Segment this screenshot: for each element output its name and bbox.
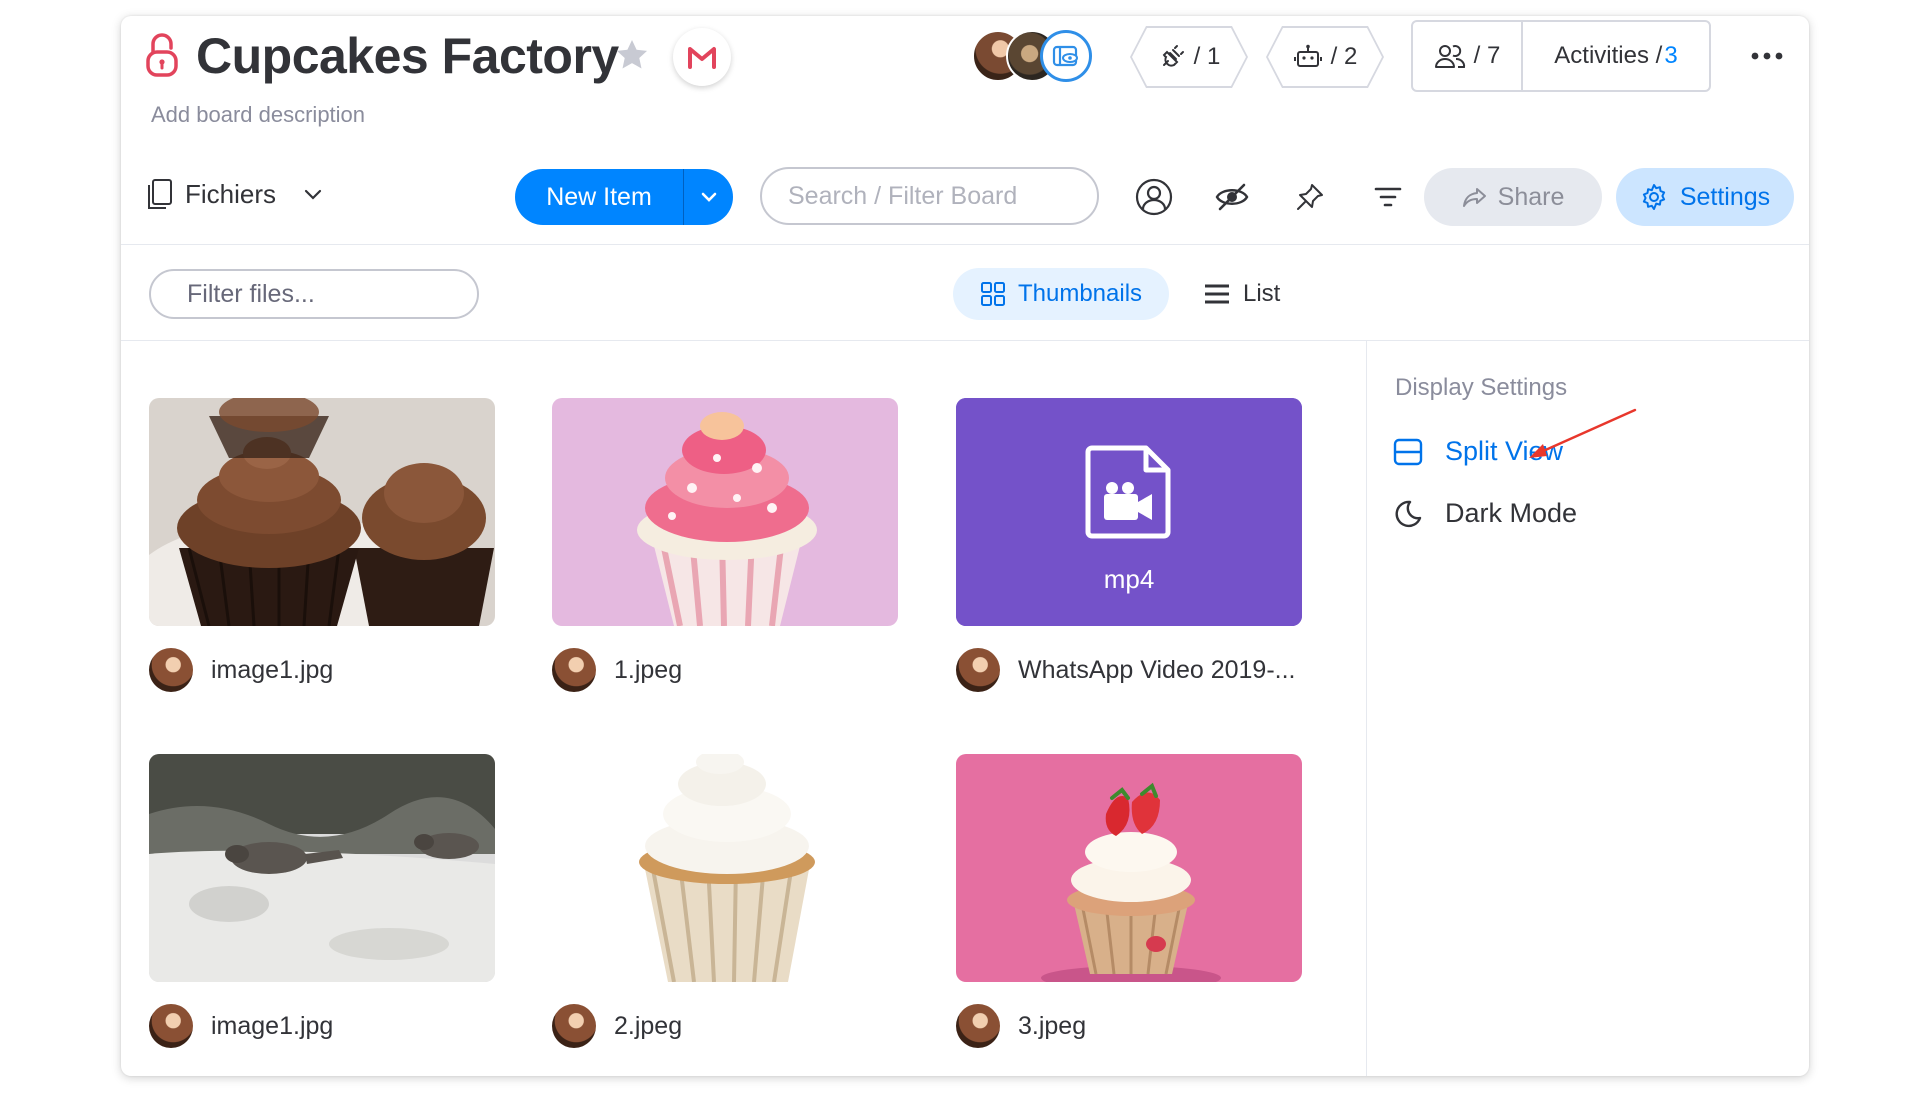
star-icon[interactable] (613, 36, 651, 74)
strawberry-cupcake-image (956, 754, 1302, 982)
dark-mode-label: Dark Mode (1445, 498, 1578, 528)
file-thumbnail[interactable] (552, 754, 898, 982)
avatar (956, 1004, 1000, 1048)
eye-off-icon (1215, 183, 1249, 211)
share-button[interactable]: Share (1424, 168, 1602, 226)
gmail-icon (688, 47, 716, 69)
list-view-button[interactable]: List (1203, 268, 1303, 320)
avatar (956, 648, 1000, 692)
avatar (149, 648, 193, 692)
automations-count: / 2 (1330, 43, 1358, 70)
board-title[interactable]: Cupcakes Factory (196, 26, 619, 86)
new-item-dropdown[interactable] (683, 169, 733, 225)
raccoons-image (149, 754, 495, 982)
file-name: image1.jpg (211, 655, 334, 684)
avatar (149, 1004, 193, 1048)
file-row[interactable]: 3.jpeg (956, 1004, 1086, 1048)
new-item-button-group: New Item (515, 169, 733, 225)
sidebar-divider (1366, 340, 1367, 1076)
file-name: 3.jpeg (1018, 1011, 1087, 1040)
avatar (552, 1004, 596, 1048)
plug-icon (1158, 43, 1186, 71)
pin-button[interactable] (1289, 176, 1331, 218)
content-divider (121, 340, 1809, 341)
file-row[interactable]: image1.jpg (149, 648, 333, 692)
integrations-button[interactable]: / 1 (1130, 26, 1248, 88)
file-row[interactable]: image1.jpg (149, 1004, 333, 1048)
file-view-icon (148, 179, 172, 209)
activities-label: Activities / (1554, 42, 1663, 69)
search-input[interactable]: Search / Filter Board (760, 167, 1099, 225)
split-view-icon (1393, 438, 1423, 465)
gear-icon (1642, 184, 1665, 210)
board-subscribers[interactable] (972, 30, 1102, 82)
board-card: Cupcakes Factory Add board description /… (121, 16, 1809, 1076)
file-type-label: mp4 (1103, 564, 1155, 594)
file-thumbnail[interactable] (149, 398, 495, 626)
members-activities-group: / 7 Activities / 3 (1411, 20, 1711, 92)
share-icon (1462, 188, 1486, 207)
view-selector[interactable]: Fichiers (147, 178, 324, 210)
file-row[interactable]: WhatsApp Video 2019-... (956, 648, 1296, 692)
hide-columns-button[interactable] (1211, 176, 1253, 218)
integrations-count: / 1 (1193, 43, 1221, 70)
moon-icon (1395, 500, 1422, 527)
file-thumbnail[interactable] (552, 398, 898, 626)
members-button[interactable]: / 7 (1413, 22, 1523, 90)
file-thumbnail[interactable] (149, 754, 495, 982)
list-icon (1205, 284, 1229, 304)
chevron-down-icon (304, 189, 322, 200)
robot-icon (1293, 43, 1323, 71)
filter-icon (1374, 187, 1402, 207)
file-name: WhatsApp Video 2019-... (1018, 655, 1296, 684)
chevron-down-icon (701, 192, 716, 202)
pin-icon (1297, 184, 1323, 210)
more-options-icon[interactable] (1747, 44, 1787, 68)
person-icon (1135, 178, 1173, 216)
lock-icon[interactable] (145, 32, 179, 78)
annotation-arrow-icon (1529, 408, 1637, 458)
avatar (552, 648, 596, 692)
file-thumbnail[interactable] (956, 754, 1302, 982)
guest-view-icon (1040, 30, 1092, 82)
pink-cupcake-image (552, 398, 898, 626)
thumbnails-label: Thumbnails (1017, 280, 1143, 307)
members-count: / 7 (1473, 42, 1501, 69)
list-label: List (1243, 280, 1281, 307)
people-icon (1434, 45, 1465, 68)
settings-label: Settings (1679, 182, 1771, 211)
file-name: 2.jpeg (614, 1011, 683, 1040)
display-settings-title: Display Settings (1395, 374, 1568, 401)
chocolate-cupcakes-image (149, 398, 495, 626)
file-name: image1.jpg (211, 1011, 334, 1040)
activities-count: 3 (1664, 42, 1678, 69)
file-row[interactable]: 2.jpeg (552, 1004, 682, 1048)
toolbar-divider (121, 244, 1809, 245)
board-description[interactable]: Add board description (151, 102, 365, 128)
grid-icon (980, 282, 1005, 306)
view-name: Fichiers (185, 178, 277, 209)
filter-button[interactable] (1367, 176, 1409, 218)
thumbnails-view-button[interactable]: Thumbnails (953, 268, 1169, 320)
gmail-integration-badge[interactable] (673, 28, 731, 86)
file-name: 1.jpeg (614, 655, 683, 684)
share-label: Share (1497, 182, 1565, 211)
filter-files-input[interactable]: Filter files... (149, 269, 479, 319)
person-filter-button[interactable] (1133, 176, 1175, 218)
new-item-button[interactable]: New Item (515, 169, 683, 225)
file-row[interactable]: 1.jpeg (552, 648, 682, 692)
activities-button[interactable]: Activities / 3 (1523, 22, 1709, 90)
vanilla-cupcake-image (552, 754, 898, 982)
automations-button[interactable]: / 2 (1266, 26, 1384, 88)
dark-mode-option[interactable]: Dark Mode (1393, 498, 1577, 529)
settings-button[interactable]: Settings (1616, 168, 1794, 226)
file-thumbnail[interactable]: mp4 (956, 398, 1302, 626)
